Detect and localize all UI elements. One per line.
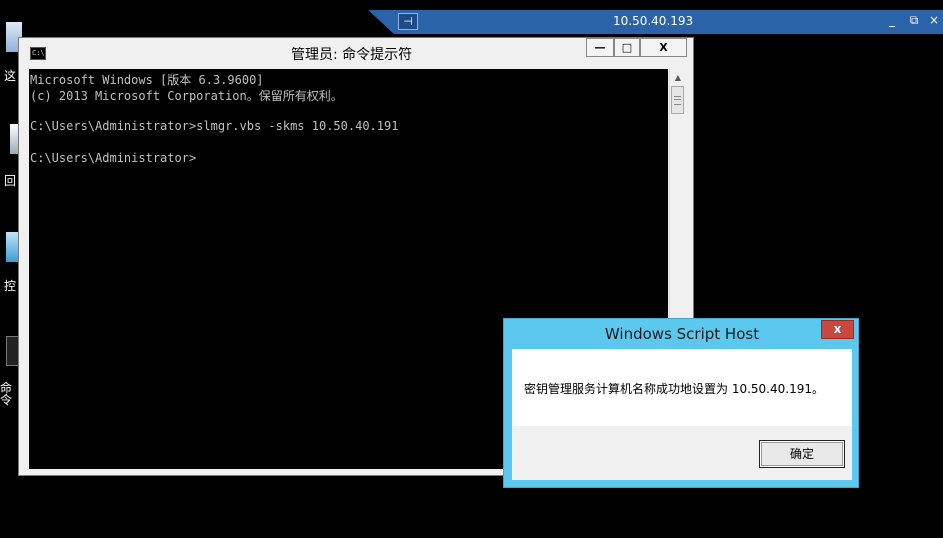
- ok-button[interactable]: 确定: [759, 440, 845, 468]
- rdp-host-title: 10.50.40.193: [613, 14, 694, 28]
- desktop-icon-label: 控: [4, 279, 17, 293]
- scroll-up-arrow-icon[interactable]: ▲: [670, 71, 686, 85]
- cmd-window-title: 管理员: 命令提示符: [291, 47, 413, 63]
- cmd-titlebar[interactable]: C:\ 管理员: 命令提示符 — □ X: [19, 38, 693, 68]
- scroll-thumb[interactable]: [671, 86, 684, 114]
- cmd-minimize-button[interactable]: —: [586, 38, 614, 57]
- desktop-icon-label: 这: [4, 69, 17, 83]
- scroll-grip-icon: [674, 96, 681, 105]
- terminal-line: (c) 2013 Microsoft Corporation。保留所有权利。: [30, 89, 343, 103]
- terminal-line: C:\Users\Administrator>slmgr.vbs -skms 1…: [30, 119, 399, 133]
- cmd-close-button[interactable]: X: [640, 38, 687, 57]
- terminal-line: Microsoft Windows [版本 6.3.9600]: [30, 73, 264, 87]
- desktop-icon-label: 回: [4, 174, 17, 188]
- rdp-connection-bar: ⊣ 10.50.40.193 _ ⧉ ×: [368, 10, 943, 34]
- cmd-maximize-button[interactable]: □: [614, 38, 640, 57]
- cmd-app-icon[interactable]: C:\: [30, 47, 46, 60]
- terminal-line: C:\Users\Administrator>: [30, 151, 197, 165]
- rdp-restore-button[interactable]: ⧉: [906, 13, 922, 28]
- wsh-dialog: Windows Script Host x 密钥管理服务计算机名称成功地设置为 …: [503, 318, 859, 488]
- rdp-close-button[interactable]: ×: [926, 13, 942, 27]
- wsh-message-area: 密钥管理服务计算机名称成功地设置为 10.50.40.191。: [512, 349, 852, 426]
- wsh-dialog-title: Windows Script Host: [604, 325, 760, 343]
- wsh-dialog-body: 密钥管理服务计算机名称成功地设置为 10.50.40.191。 确定: [512, 349, 852, 480]
- pin-icon[interactable]: ⊣: [398, 13, 418, 30]
- wsh-message-text: 密钥管理服务计算机名称成功地设置为 10.50.40.191。: [524, 382, 824, 396]
- wsh-close-button[interactable]: x: [821, 320, 854, 339]
- rdp-minimize-button[interactable]: _: [884, 13, 900, 27]
